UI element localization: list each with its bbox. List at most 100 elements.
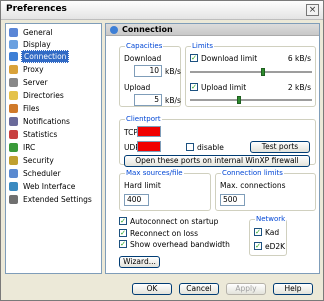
autoconnect-checkbox[interactable]: ✓ [119,217,127,225]
ok-button[interactable]: OK [132,283,172,295]
security-icon [9,156,18,165]
connection-icon [9,52,18,61]
server-icon [9,78,18,87]
folder-icon [9,91,18,100]
upload-limit-slider[interactable] [190,99,312,101]
ed2k-checkbox[interactable]: ✓ [254,242,262,250]
kad-label: Kad [265,228,280,237]
udp-disable-checkbox[interactable] [186,143,194,151]
sidebar-item-label: Directories [23,91,64,100]
upload-capacity-input[interactable]: 5 [134,94,162,106]
udp-disable-label: disable [197,143,224,152]
limits-group: Limits ✓ Download limit 6 kB/s ✓ Upload … [185,42,316,107]
proxy-icon [9,65,18,74]
sidebar-item-scheduler[interactable]: Scheduler [9,168,63,179]
connection-icon [110,26,118,34]
download-capacity-label: Download [124,54,162,63]
close-icon[interactable]: × [306,4,319,16]
max-connections-input[interactable]: 500 [220,194,245,206]
apply-button[interactable]: Apply [226,283,266,295]
preferences-window: Preferences × General Display Connection… [0,0,324,301]
sidebar-item-files[interactable]: Files [9,103,41,114]
sidebar-item-label: Extended Settings [23,195,92,204]
network-group: Network ✓ Kad ✓ eD2K [249,215,287,256]
panel-title: Connection [122,25,173,34]
irc-icon [9,143,18,152]
upload-capacity-label: Upload [124,83,151,92]
reconnect-checkbox[interactable]: ✓ [119,229,127,237]
upload-limit-slider-thumb[interactable] [237,96,242,104]
sidebar-item-statistics[interactable]: Statistics [9,129,59,140]
limits-title: Limits [191,42,214,50]
scheduler-icon [9,169,18,178]
extended-settings-icon [9,195,18,204]
sidebar-item-directories[interactable]: Directories [9,90,66,101]
download-limit-checkbox[interactable]: ✓ [190,54,198,62]
download-limit-slider[interactable] [190,71,312,73]
hard-limit-label: Hard limit [124,181,161,190]
sidebar-item-display[interactable]: Display [9,39,53,50]
connection-panel: Connection Capacities Download 10 kB/s U… [105,23,320,274]
sidebar-item-label: Files [23,104,40,113]
wizard-button[interactable]: Wizard... [119,256,160,268]
tcp-label: TCP [124,128,138,137]
sidebar-item-label: Proxy [23,65,44,74]
capacities-group: Capacities Download 10 kB/s Upload 5 kB/… [119,42,181,107]
max-sources-title: Max sources/file [125,169,184,177]
upload-limit-checkbox[interactable]: ✓ [190,83,198,91]
preferences-sidebar: General Display Connection Proxy Server … [5,23,102,274]
title-bar: Preferences × [1,1,323,20]
sidebar-item-irc[interactable]: IRC [9,142,37,153]
download-limit-label: Download limit [201,54,258,63]
sidebar-item-notifications[interactable]: Notifications [9,116,72,127]
sidebar-item-general[interactable]: General [9,27,55,38]
sidebar-item-label: Security [23,156,54,165]
sidebar-item-label: Connection [21,50,70,63]
autoconnect-label: Autoconnect on startup [130,217,219,226]
hard-limit-input[interactable]: 400 [124,194,149,206]
statistics-icon [9,130,18,139]
kad-checkbox[interactable]: ✓ [254,228,262,236]
sidebar-item-label: Web Interface [23,182,76,191]
sidebar-item-extended-settings[interactable]: Extended Settings [9,194,94,205]
reconnect-label: Reconnect on loss [130,229,198,238]
sidebar-item-security[interactable]: Security [9,155,56,166]
connection-limits-group: Connection limits Max. connections 500 [215,169,316,211]
download-capacity-input[interactable]: 10 [134,65,162,77]
notifications-icon [9,117,18,126]
sidebar-item-web-interface[interactable]: Web Interface [9,181,77,192]
test-ports-button[interactable]: Test ports [250,141,310,153]
max-sources-group: Max sources/file Hard limit 400 [119,169,211,211]
sidebar-item-label: Scheduler [23,169,61,178]
sidebar-item-label: General [23,28,53,37]
window-title: Preferences [6,4,67,14]
clientport-title: Clientport [125,115,162,123]
overhead-bandwidth-checkbox[interactable]: ✓ [119,240,127,248]
open-firewall-ports-button[interactable]: Open these ports on internal WinXP firew… [124,155,310,167]
download-limit-value: 6 kB/s [287,54,311,63]
upload-unit-label: kB/s [165,96,181,105]
files-icon [9,104,18,113]
connection-limits-title: Connection limits [221,169,284,177]
sidebar-item-connection[interactable]: Connection [9,50,70,63]
network-title: Network [255,215,287,223]
sidebar-item-label: Notifications [23,117,70,126]
web-interface-icon [9,182,18,191]
tcp-port-input[interactable] [137,126,161,137]
ed2k-label: eD2K [265,242,286,251]
sidebar-item-label: Server [23,78,48,87]
sidebar-item-proxy[interactable]: Proxy [9,64,46,75]
sidebar-item-server[interactable]: Server [9,77,50,88]
upload-limit-value: 2 kB/s [287,83,311,92]
sidebar-item-label: Display [23,40,51,49]
overhead-bandwidth-label: Show overhead bandwidth [130,240,230,249]
display-icon [9,40,18,49]
upload-limit-label: Upload limit [201,83,247,92]
help-button[interactable]: Help [273,283,313,295]
cancel-button[interactable]: Cancel [179,283,219,295]
download-limit-slider-thumb[interactable] [260,68,265,76]
sidebar-item-label: IRC [23,143,36,152]
max-connections-label: Max. connections [220,181,286,190]
capacities-title: Capacities [125,42,164,50]
udp-port-input[interactable] [137,141,161,152]
